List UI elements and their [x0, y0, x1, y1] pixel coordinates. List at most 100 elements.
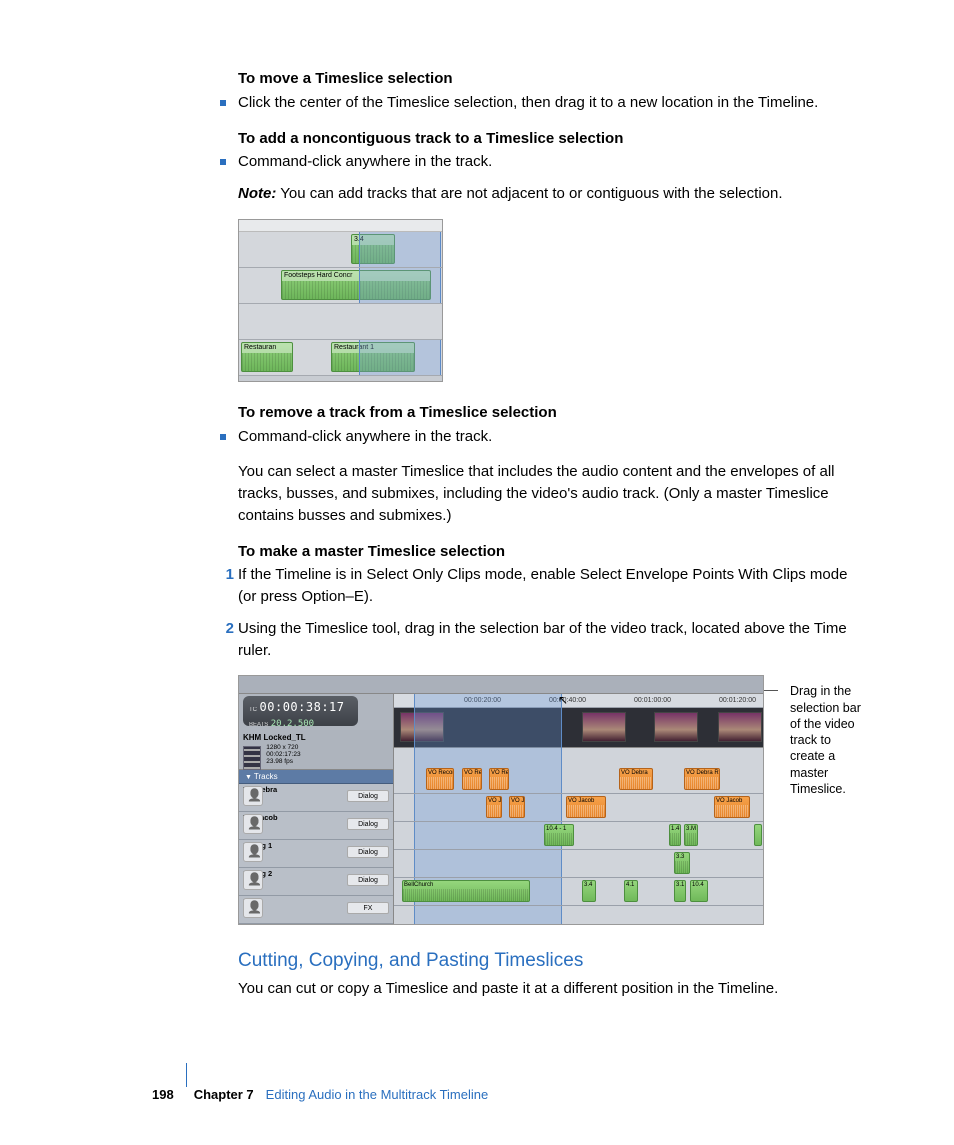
audio-clip: 3.M [684, 824, 698, 846]
ruler-tick: 00:01:00:00 [634, 696, 671, 706]
section-master: To make a master Timeslice selection 1 I… [238, 541, 864, 662]
step-text: Using the Timeslice tool, drag in the se… [238, 618, 864, 662]
waveform-icon [715, 805, 749, 817]
audio-clip [754, 824, 762, 846]
note-body: You can add tracks that are not adjacent… [280, 185, 782, 202]
section-move: To move a Timeslice selection Click the … [238, 68, 864, 114]
fig1-track: Footsteps Hard Concr [239, 268, 442, 304]
page-footer: 198 Chapter 7 Editing Audio in the Multi… [0, 1086, 954, 1105]
bullet-text: Click the center of the Timeslice select… [238, 92, 818, 114]
heading-cut-copy-paste: Cutting, Copying, and Pasting Timeslices [238, 947, 864, 975]
audio-track-header: Dialog 1 Dialog [239, 840, 393, 868]
clip-label: Restauran [242, 343, 292, 353]
step-number: 1 [220, 564, 234, 586]
track-route: Dialog [347, 874, 389, 886]
figure-callout: Drag in the selection bar of the video t… [790, 683, 864, 797]
bullet-move: Click the center of the Timeslice select… [220, 92, 864, 114]
person-icon [243, 842, 263, 862]
waveform-icon [242, 353, 292, 371]
audio-clip: VO Debra R [684, 768, 720, 790]
audio-clip: BellChurch [402, 880, 530, 902]
audio-track-header: FX 2 FX [239, 896, 393, 924]
figure-master-timeslice: 2 pop replace restaurant wi need v TC 00… [238, 675, 764, 925]
chapter-label: Chapter 7 [194, 1086, 254, 1105]
video-meta: 23.98 fps [266, 758, 293, 765]
video-meta: 00:02:17:23 [266, 751, 300, 758]
waveform-icon [403, 889, 529, 901]
note-add: Note: You can add tracks that are not ad… [238, 183, 864, 205]
waveform-icon [463, 777, 481, 789]
waveform-icon [670, 833, 680, 845]
waveform-icon [685, 777, 719, 789]
audio-clip: 10.4 - 1 [544, 824, 574, 846]
bullet-remove: Command-click anywhere in the track. [220, 426, 864, 448]
audio-clip: 3.1 [674, 880, 686, 902]
waveform-icon [427, 777, 453, 789]
audio-row: 3.3 [394, 850, 763, 878]
audio-clip: 1.4 [669, 824, 681, 846]
timeslice-selection [359, 340, 441, 375]
audio-clip: 4.1 [624, 880, 638, 902]
section-add: To add a noncontiguous track to a Timesl… [238, 128, 864, 205]
video-thumb [718, 712, 762, 742]
step-text: If the Timeline is in Select Only Clips … [238, 564, 864, 608]
document-page: To move a Timeslice selection Click the … [0, 0, 954, 1145]
video-meta: 1280 x 720 [266, 744, 298, 751]
bullet-icon [220, 100, 226, 106]
waveform-icon [620, 777, 652, 789]
beats-label: BEATS [249, 722, 268, 728]
figure-master-timeslice-wrap: 2 pop replace restaurant wi need v TC 00… [238, 675, 864, 925]
audio-row: BellChurch 3.4 4.1 3.1 10.4 [394, 878, 763, 906]
video-track-header: KHM Locked_TL 1280 x 720 00:02:17:23 23.… [239, 730, 393, 770]
bullet-text: Command-click anywhere in the track. [238, 151, 492, 173]
person-icon [243, 814, 263, 834]
chapter-title: Editing Audio in the Multitrack Timeline [266, 1086, 489, 1105]
track-route: Dialog [347, 846, 389, 858]
waveform-icon [490, 777, 508, 789]
track-route: FX [347, 902, 389, 914]
waveform-icon [510, 805, 524, 817]
fig1-track: 3.4 [239, 232, 442, 268]
audio-clip: VO Recor [426, 768, 454, 790]
audio-clip: Restauran [241, 342, 293, 372]
video-thumb [582, 712, 626, 742]
audio-clip: 3.3 [674, 852, 690, 874]
person-icon [243, 786, 263, 806]
person-icon [243, 870, 263, 890]
section-remove: To remove a track from a Timeslice selec… [238, 402, 864, 527]
fig1-track: Restauran Restaurant 1 [239, 340, 442, 376]
audio-clip: VO Jacob [714, 796, 750, 818]
audio-track-header: VO Debra Dialog [239, 784, 393, 812]
fig2-timeline-area: 00:00:20:00 00:00:40:00 00:01:00:00 00:0… [394, 694, 763, 924]
audio-clip: VO J [509, 796, 525, 818]
audio-clip: VO Re [462, 768, 482, 790]
audio-clip: 10.4 [690, 880, 708, 902]
step-1: 1 If the Timeline is in Select Only Clip… [220, 564, 864, 608]
audio-row: 10.4 - 1 1.4 3.M [394, 822, 763, 850]
timeslice-selection [359, 232, 441, 267]
beats-value: 20.2.500 [271, 719, 314, 729]
track-route: Dialog [347, 790, 389, 802]
heading-move: To move a Timeslice selection [238, 68, 864, 90]
cursor-icon: ↖ [558, 692, 568, 706]
waveform-icon [545, 833, 573, 845]
timecode-display: TC 00:00:38:17 BEATS 20.2.500 [243, 696, 358, 726]
fig2-left-panel: TC 00:00:38:17 BEATS 20.2.500 KHM Locked… [239, 694, 394, 924]
video-thumb [654, 712, 698, 742]
ruler-tick: 00:01:20:00 [719, 696, 756, 706]
waveform-icon [675, 861, 689, 873]
film-icon [243, 746, 261, 770]
timeslice-selection [359, 268, 441, 303]
video-track-name: KHM Locked_TL [243, 732, 389, 744]
audio-clip: VO J [486, 796, 502, 818]
step-2: 2 Using the Timeslice tool, drag in the … [220, 618, 864, 662]
page-number: 198 [152, 1086, 174, 1105]
shoe-icon [243, 898, 263, 918]
section-cut: Cutting, Copying, and Pasting Timeslices… [238, 947, 864, 999]
audio-row: VO J VO J VO Jacob VO Jacob [394, 794, 763, 822]
step-number: 2 [220, 618, 234, 640]
audio-clip: 3.4 [582, 880, 596, 902]
bullet-icon [220, 159, 226, 165]
audio-row: VO Recor VO Re VO Re VO Debra VO Debra R [394, 766, 763, 794]
figure-timeslice-tracks: 3.4 Footsteps Hard Concr Restauran Resta… [238, 219, 443, 382]
